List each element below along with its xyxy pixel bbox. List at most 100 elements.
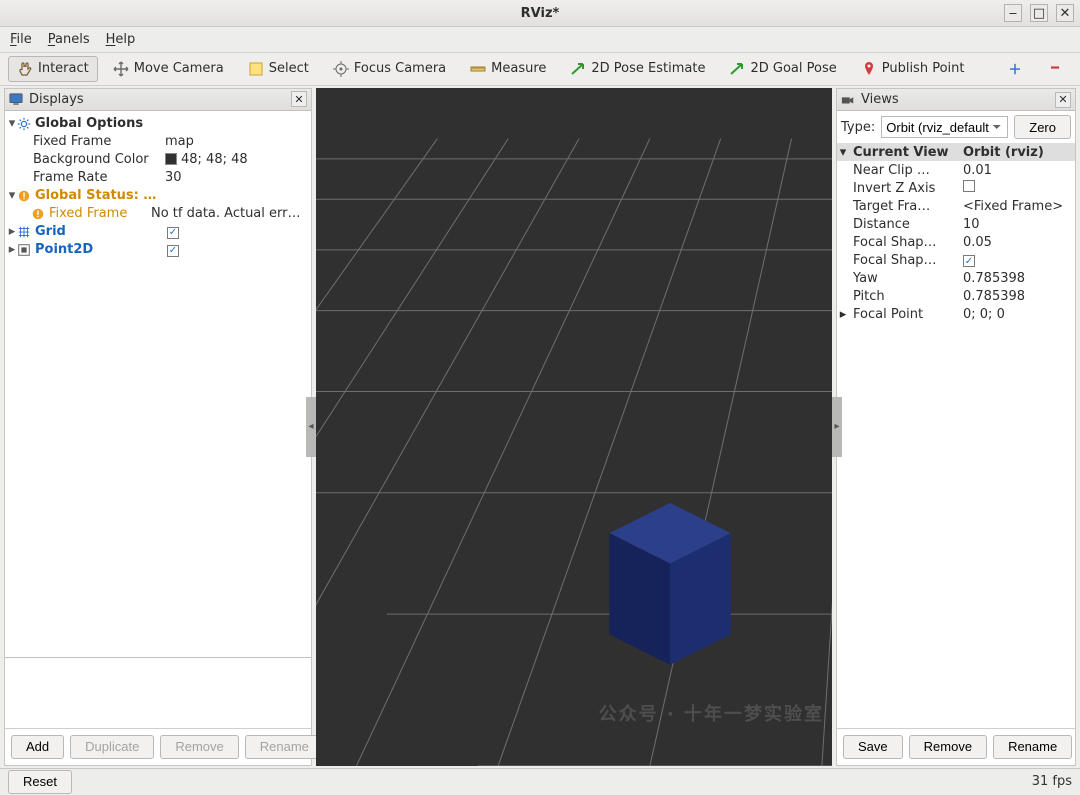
duplicate-button[interactable]: Duplicate	[70, 735, 154, 759]
publish-point-label: Publish Point	[882, 61, 965, 76]
arrow-green-icon	[729, 61, 745, 77]
displays-title: Displays	[29, 92, 84, 107]
global-options-node[interactable]: ▾ Global Options	[5, 115, 311, 133]
displays-panel: Displays ✕ ▾ Global Options Fixed Frame …	[4, 88, 312, 765]
target-icon	[333, 61, 349, 77]
interact-tool[interactable]: Interact	[8, 56, 98, 82]
near-clip-row[interactable]: Near Clip …0.01	[837, 161, 1075, 179]
color-swatch	[165, 153, 177, 165]
measure-label: Measure	[491, 61, 546, 76]
panel-collapse-right[interactable]: ▸	[832, 397, 842, 457]
menu-help[interactable]: Help	[106, 32, 136, 47]
displays-header[interactable]: Displays ✕	[5, 89, 311, 111]
goal-pose-label: 2D Goal Pose	[750, 61, 836, 76]
views-rename-button[interactable]: Rename	[993, 735, 1072, 759]
focal-shape-fixed-row[interactable]: Focal Shap…✓	[837, 251, 1075, 269]
ruler-icon	[470, 61, 486, 77]
views-remove-button[interactable]: Remove	[909, 735, 987, 759]
focus-camera-tool[interactable]: Focus Camera	[324, 56, 455, 82]
reset-button[interactable]: Reset	[8, 770, 72, 794]
focus-camera-label: Focus Camera	[354, 61, 446, 76]
fixed-frame-row[interactable]: Fixed Frame map	[5, 133, 311, 151]
invert-z-row[interactable]: Invert Z Axis	[837, 179, 1075, 197]
displays-description	[5, 657, 311, 728]
expand-icon[interactable]: ▸	[7, 242, 17, 257]
global-options-label: Global Options	[33, 116, 163, 131]
pitch-row[interactable]: Pitch0.785398	[837, 287, 1075, 305]
focal-point-row[interactable]: ▸Focal Point0; 0; 0	[837, 305, 1075, 323]
window-controls: ‒ □ ✕	[1004, 4, 1074, 22]
views-body: Type: Orbit (rviz_default Zero ▾ Current…	[837, 111, 1075, 727]
grid-checkbox[interactable]: ✓	[167, 227, 179, 239]
remove-button[interactable]: Remove	[160, 735, 238, 759]
point2d-checkbox[interactable]: ✓	[167, 245, 179, 257]
menu-bar: File Panels Help	[0, 27, 1080, 52]
target-frame-row[interactable]: Target Fra…<Fixed Frame>	[837, 197, 1075, 215]
save-button[interactable]: Save	[843, 735, 903, 759]
panel-collapse-left[interactable]: ◂	[306, 397, 316, 457]
remove-tool-button[interactable]: ━	[1038, 56, 1072, 82]
expand-icon[interactable]: ▾	[837, 145, 849, 160]
add-button[interactable]: Add	[11, 735, 64, 759]
views-footer: Save Remove Rename	[837, 728, 1075, 765]
plus-icon: ＋	[1007, 61, 1023, 77]
scene-svg	[316, 88, 832, 765]
grid-node[interactable]: ▸ Grid ✓	[5, 223, 311, 241]
gear-icon	[17, 117, 31, 131]
global-status-node[interactable]: ▾ Global Status: …	[5, 187, 311, 205]
goal-pose-tool[interactable]: 2D Goal Pose	[720, 56, 845, 82]
views-header[interactable]: Views ✕	[837, 89, 1075, 111]
warning-icon	[31, 207, 45, 221]
expand-icon[interactable]: ▾	[7, 188, 17, 203]
view-type-select[interactable]: Orbit (rviz_default	[881, 116, 1008, 138]
move-camera-tool[interactable]: Move Camera	[104, 56, 233, 82]
menu-panels[interactable]: Panels	[48, 32, 90, 47]
select-tool[interactable]: Select	[239, 56, 318, 82]
frame-rate-row[interactable]: Frame Rate 30	[5, 169, 311, 187]
expand-icon[interactable]: ▸	[837, 307, 849, 322]
arrow-green-icon	[570, 61, 586, 77]
select-label: Select	[269, 61, 309, 76]
menu-file[interactable]: File	[10, 32, 32, 47]
minimize-button[interactable]: ‒	[1004, 4, 1022, 22]
displays-body: ▾ Global Options Fixed Frame map Backgro…	[5, 111, 311, 728]
invert-z-checkbox[interactable]	[963, 180, 975, 192]
rename-button[interactable]: Rename	[245, 735, 324, 759]
add-tool-button[interactable]: ＋	[998, 56, 1032, 82]
views-type-row: Type: Orbit (rviz_default Zero	[837, 111, 1075, 143]
expand-icon[interactable]: ▸	[7, 224, 17, 239]
select-icon	[248, 61, 264, 77]
pose-estimate-tool[interactable]: 2D Pose Estimate	[561, 56, 714, 82]
focal-fixed-checkbox[interactable]: ✓	[963, 255, 975, 267]
camera-icon	[841, 93, 855, 107]
warning-icon	[17, 189, 31, 203]
type-label: Type:	[841, 120, 875, 135]
yaw-row[interactable]: Yaw0.785398	[837, 269, 1075, 287]
main-area: Displays ✕ ▾ Global Options Fixed Frame …	[0, 86, 1080, 767]
maximize-button[interactable]: □	[1030, 4, 1048, 22]
global-status-fixed-frame[interactable]: Fixed Frame No tf data. Actual err…	[5, 205, 311, 223]
focal-shape-size-row[interactable]: Focal Shap…0.05	[837, 233, 1075, 251]
zero-button[interactable]: Zero	[1014, 115, 1071, 139]
close-button[interactable]: ✕	[1056, 4, 1074, 22]
measure-tool[interactable]: Measure	[461, 56, 555, 82]
point2d-node[interactable]: ▸ Point2D ✓	[5, 241, 311, 259]
views-close[interactable]: ✕	[1055, 92, 1071, 108]
views-tree[interactable]: ▾ Current View Orbit (rviz) Near Clip …0…	[837, 143, 1075, 727]
title-bar: RViz* ‒ □ ✕	[0, 0, 1080, 27]
background-color-row[interactable]: Background Color 48; 48; 48	[5, 151, 311, 169]
publish-point-tool[interactable]: Publish Point	[852, 56, 974, 82]
viewport-3d[interactable]: 公众号 · 十年一梦实验室	[316, 88, 832, 765]
current-view-row[interactable]: ▾ Current View Orbit (rviz)	[837, 143, 1075, 161]
expand-icon[interactable]: ▾	[7, 116, 17, 131]
viewport-column: ◂	[316, 88, 832, 765]
distance-row[interactable]: Distance10	[837, 215, 1075, 233]
status-bar: Reset 31 fps	[0, 768, 1080, 795]
grid-icon	[17, 225, 31, 239]
cube-marker	[609, 503, 730, 665]
displays-icon	[9, 92, 23, 106]
displays-close[interactable]: ✕	[291, 91, 307, 107]
displays-tree[interactable]: ▾ Global Options Fixed Frame map Backgro…	[5, 111, 311, 263]
plugin-icon	[17, 243, 31, 257]
window-title: RViz*	[521, 6, 560, 21]
